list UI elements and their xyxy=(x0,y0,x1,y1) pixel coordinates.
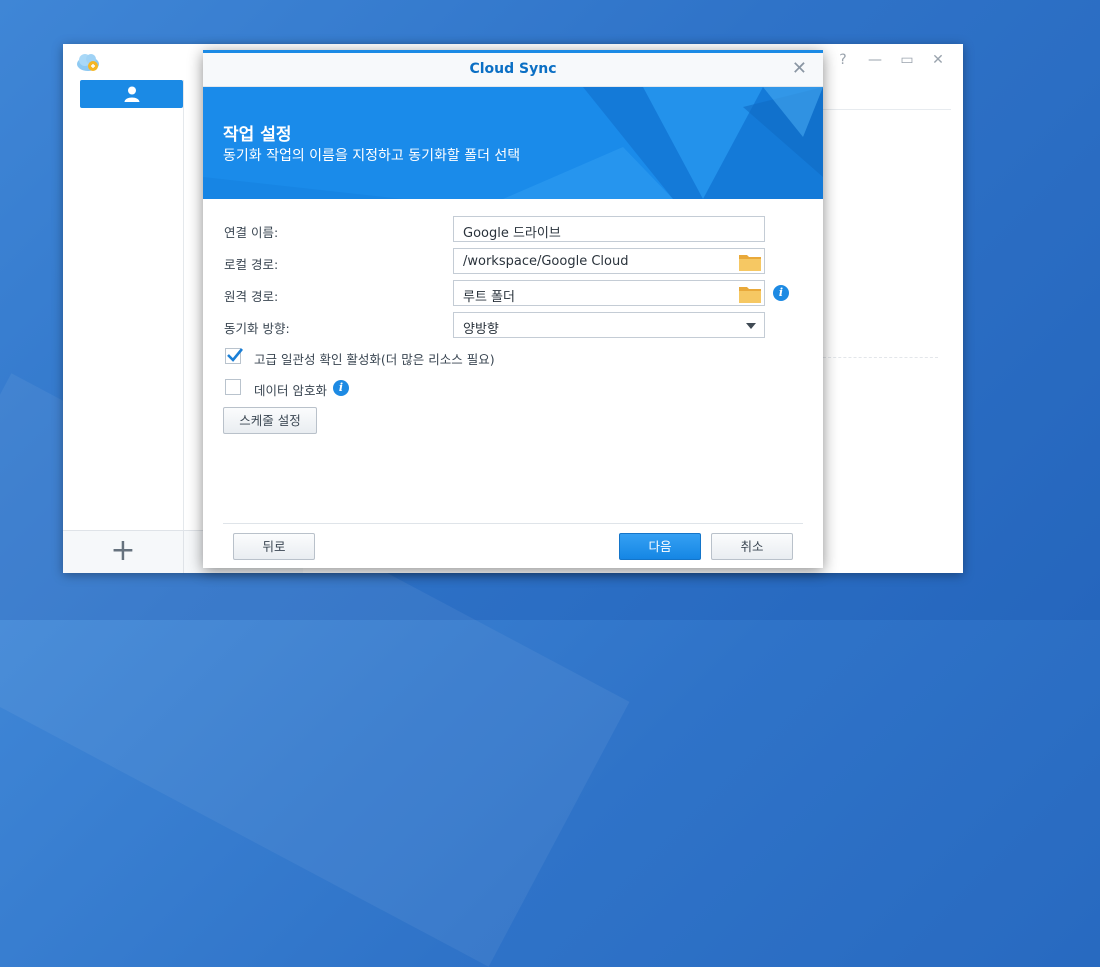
remote-path-row: 원격 경로: 루트 폴더 i xyxy=(203,280,823,308)
chevron-down-icon xyxy=(746,323,756,329)
banner-subtitle: 동기화 작업의 이름을 지정하고 동기화할 폴더 선택 xyxy=(223,148,521,164)
window-close-icon[interactable]: ✕ xyxy=(930,52,946,68)
local-path-value: /workspace/Google Cloud xyxy=(463,254,629,269)
cancel-button[interactable]: 취소 xyxy=(711,533,793,560)
task-settings-dialog: Cloud Sync ✕ 작업 설정 동기화 작업의 이름을 지정하고 동기화할… xyxy=(203,50,823,568)
schedule-settings-button[interactable]: 스케줄 설정 xyxy=(223,407,317,434)
local-path-input[interactable]: /workspace/Google Cloud xyxy=(453,248,765,274)
advanced-consistency-label: 고급 일관성 확인 활성화(더 많은 리소스 필요) xyxy=(254,352,495,367)
divider xyxy=(823,109,951,110)
dialog-banner: 작업 설정 동기화 작업의 이름을 지정하고 동기화할 폴더 선택 xyxy=(203,87,823,199)
sync-direction-label: 동기화 방향: xyxy=(224,321,290,336)
data-encryption-label: 데이터 암호화 xyxy=(254,383,327,398)
folder-icon[interactable] xyxy=(738,252,762,272)
user-tab[interactable] xyxy=(80,80,183,108)
help-icon[interactable]: ? xyxy=(835,52,851,68)
banner-background xyxy=(203,87,823,199)
sync-direction-select[interactable]: 양방향 xyxy=(453,312,765,338)
connection-name-input[interactable]: Google 드라이브 xyxy=(453,216,765,242)
dialog-titlebar: Cloud Sync ✕ xyxy=(203,53,823,87)
remote-path-label: 원격 경로: xyxy=(224,289,279,304)
back-button[interactable]: 뒤로 xyxy=(233,533,315,560)
next-button[interactable]: 다음 xyxy=(619,533,701,560)
folder-icon[interactable] xyxy=(738,284,762,304)
sync-direction-row: 동기화 방향: 양방향 xyxy=(203,312,823,340)
info-icon[interactable]: i xyxy=(773,285,789,301)
plus-icon: + xyxy=(110,533,136,568)
maximize-icon[interactable]: ▭ xyxy=(899,52,915,68)
checkmark-icon xyxy=(227,348,244,362)
main-sidebar xyxy=(63,80,184,573)
user-icon xyxy=(124,86,140,102)
data-encryption-checkbox[interactable] xyxy=(225,379,241,395)
local-path-label: 로컬 경로: xyxy=(224,257,279,272)
remote-path-input[interactable]: 루트 폴더 xyxy=(453,280,765,306)
banner-title: 작업 설정 xyxy=(223,125,292,145)
minimize-icon[interactable]: — xyxy=(867,52,883,68)
divider xyxy=(823,357,938,358)
dialog-title: Cloud Sync xyxy=(469,61,557,77)
advanced-consistency-checkbox[interactable] xyxy=(225,348,244,364)
add-connection-button[interactable]: + xyxy=(63,531,184,573)
cloud-sync-app-icon xyxy=(75,50,99,74)
connection-name-label: 연결 이름: xyxy=(224,225,279,240)
connection-name-row: 연결 이름: Google 드라이브 xyxy=(203,216,823,244)
sync-direction-value: 양방향 xyxy=(463,322,499,337)
info-icon[interactable]: i xyxy=(333,380,349,396)
close-icon[interactable]: ✕ xyxy=(792,58,807,79)
connection-name-value: Google 드라이브 xyxy=(463,226,561,241)
footer-divider xyxy=(223,523,803,524)
local-path-row: 로컬 경로: /workspace/Google Cloud xyxy=(203,248,823,276)
remote-path-value: 루트 폴더 xyxy=(463,290,515,305)
